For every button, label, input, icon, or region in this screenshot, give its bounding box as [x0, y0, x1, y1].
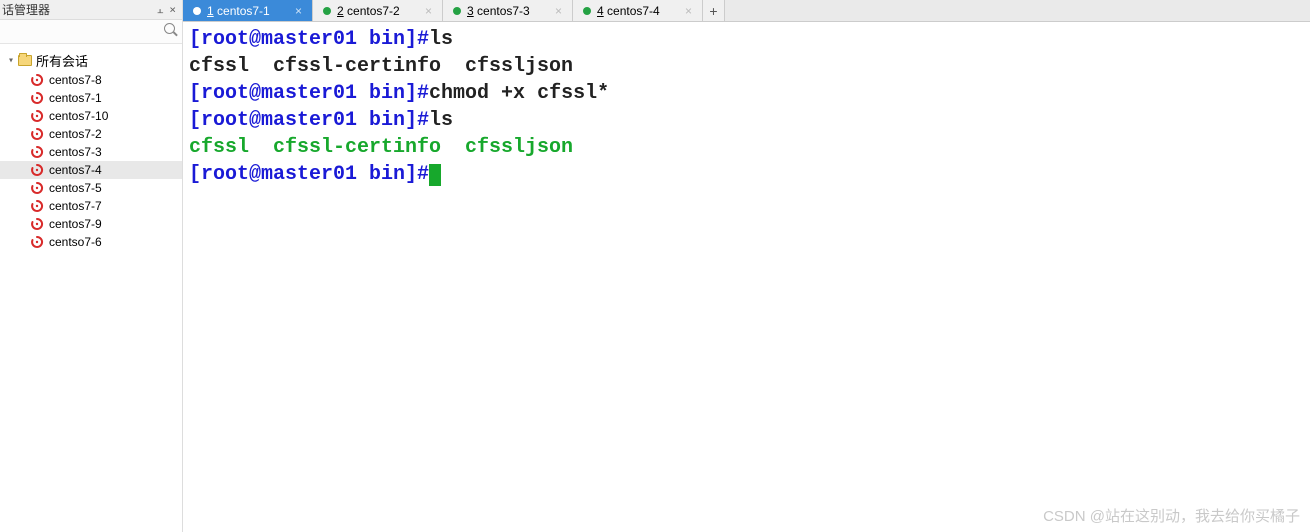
terminal-command: ls [429, 28, 453, 51]
status-dot-icon [453, 7, 461, 15]
session-item[interactable]: centos7-2 [0, 125, 182, 143]
tab-label: 1 centos7-1 [207, 4, 287, 18]
add-tab-button[interactable]: + [703, 0, 725, 21]
session-item[interactable]: centos7-5 [0, 179, 182, 197]
session-item-label: centos7-4 [49, 163, 102, 177]
terminal-command: ls [429, 109, 453, 132]
session-item[interactable]: centso7-6 [0, 233, 182, 251]
tab-close-icon[interactable]: × [683, 5, 694, 17]
session-manager-panel: 话管理器 ⫠ × ▾ 所有会话 centos7-8 centos7-1 centos… [0, 0, 183, 532]
tree-toggle-icon[interactable]: ▾ [8, 55, 14, 66]
tab-label: 3 centos7-3 [467, 4, 547, 18]
session-item-label: centso7-6 [49, 235, 102, 249]
terminal-prompt: [root@master01 bin]# [189, 28, 429, 51]
session-swirl-icon [30, 217, 44, 231]
session-swirl-icon [30, 181, 44, 195]
session-item[interactable]: centos7-9 [0, 215, 182, 233]
tab-close-icon[interactable]: × [423, 5, 434, 17]
folder-icon [18, 55, 32, 66]
sidebar-search-row[interactable] [0, 20, 182, 44]
tab-session[interactable]: 4 centos7-4 × [573, 0, 703, 21]
session-item-label: centos7-8 [49, 73, 102, 87]
tab-bar: 1 centos7-1×2 centos7-2×3 centos7-3×4 ce… [183, 0, 1310, 22]
terminal-command: chmod +x cfssl* [429, 82, 609, 105]
terminal-cursor [429, 164, 441, 186]
terminal-line: cfssl cfssl-certinfo cfssljson [189, 55, 573, 78]
terminal-line: cfssl cfssl-certinfo cfssljson [189, 136, 573, 159]
terminal-output[interactable]: [root@master01 bin]#ls cfssl cfssl-certi… [183, 22, 1310, 532]
close-panel-icon[interactable]: × [169, 3, 176, 16]
tab-session[interactable]: 2 centos7-2 × [313, 0, 443, 21]
search-icon[interactable] [164, 23, 178, 37]
tab-session[interactable]: 3 centos7-3 × [443, 0, 573, 21]
pin-icon[interactable]: ⫠ [157, 3, 164, 17]
session-item[interactable]: centos7-10 [0, 107, 182, 125]
session-item[interactable]: centos7-4 [0, 161, 182, 179]
session-item[interactable]: centos7-3 [0, 143, 182, 161]
session-tree: ▾ 所有会话 centos7-8 centos7-1 centos7-10 cento… [0, 44, 182, 532]
session-item[interactable]: centos7-1 [0, 89, 182, 107]
session-item[interactable]: centos7-8 [0, 71, 182, 89]
session-item-label: centos7-7 [49, 199, 102, 213]
tab-close-icon[interactable]: × [553, 5, 564, 17]
session-item-label: centos7-2 [49, 127, 102, 141]
session-item-label: centos7-10 [49, 109, 108, 123]
tree-root-all-sessions[interactable]: ▾ 所有会话 [0, 50, 182, 71]
session-swirl-icon [30, 91, 44, 105]
main-area: 1 centos7-1×2 centos7-2×3 centos7-3×4 ce… [183, 0, 1310, 532]
session-item[interactable]: centos7-7 [0, 197, 182, 215]
status-dot-icon [193, 7, 201, 15]
status-dot-icon [323, 7, 331, 15]
session-swirl-icon [30, 127, 44, 141]
tree-root-label: 所有会话 [36, 51, 88, 70]
terminal-prompt: [root@master01 bin]# [189, 82, 429, 105]
session-swirl-icon [30, 145, 44, 159]
session-swirl-icon [30, 235, 44, 249]
status-dot-icon [583, 7, 591, 15]
tab-session[interactable]: 1 centos7-1 × [183, 0, 313, 21]
session-swirl-icon [30, 109, 44, 123]
session-item-label: centos7-9 [49, 217, 102, 231]
tab-close-icon[interactable]: × [293, 5, 304, 17]
sidebar-header: 话管理器 ⫠ × [0, 0, 182, 20]
tab-label: 4 centos7-4 [597, 4, 677, 18]
sidebar-title: 话管理器 [2, 1, 50, 18]
session-swirl-icon [30, 73, 44, 87]
terminal-prompt: [root@master01 bin]# [189, 163, 429, 186]
session-swirl-icon [30, 163, 44, 177]
terminal-prompt: [root@master01 bin]# [189, 109, 429, 132]
tab-label: 2 centos7-2 [337, 4, 417, 18]
session-item-label: centos7-3 [49, 145, 102, 159]
session-item-label: centos7-1 [49, 91, 102, 105]
session-item-label: centos7-5 [49, 181, 102, 195]
session-swirl-icon [30, 199, 44, 213]
